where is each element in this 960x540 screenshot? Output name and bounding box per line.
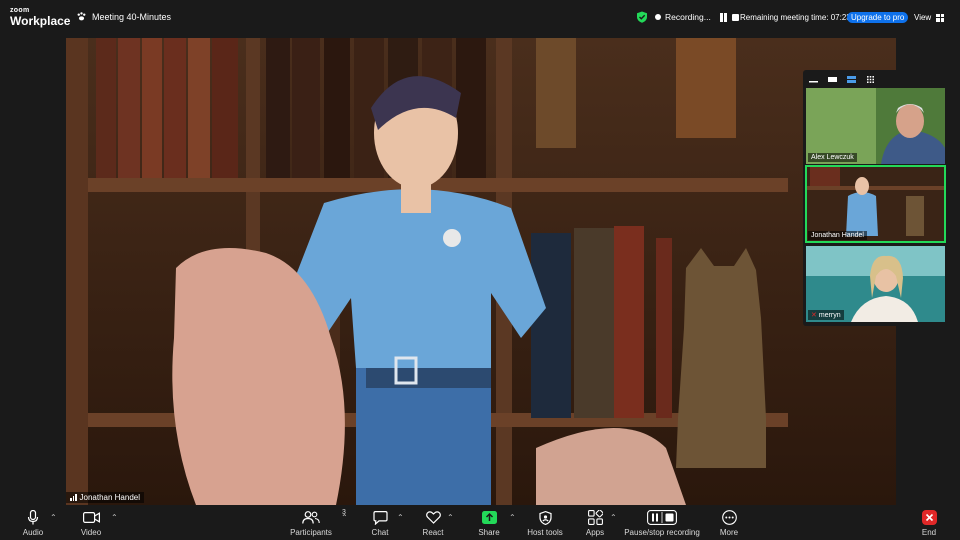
more-button[interactable]: More	[694, 509, 764, 537]
muted-mic-icon: ✕	[811, 312, 817, 319]
audio-label: Audio	[22, 528, 44, 537]
more-icon	[721, 510, 737, 525]
pause-recording-icon[interactable]	[719, 12, 728, 22]
view-button[interactable]: View	[914, 13, 945, 22]
strip-view-icon[interactable]	[847, 75, 856, 83]
share-label: Share	[478, 528, 500, 537]
logo-bottom-text: Workplace	[10, 14, 71, 28]
pause-stop-recording-icon	[647, 510, 677, 525]
meeting-title: Meeting 40-Minutes	[92, 11, 172, 22]
apps-label: Apps	[585, 528, 605, 537]
gallery-grid-icon[interactable]	[866, 75, 875, 83]
react-label: React	[422, 528, 444, 537]
apps-icon	[587, 510, 603, 525]
view-label: View	[914, 13, 932, 22]
participant-name-tag: Alex Lewczuk	[808, 153, 857, 162]
speaker-name: Jonathan Handel	[79, 493, 141, 502]
gallery-panel: Alex Lewczuk Jonathan Handel ✕ merryn	[803, 70, 947, 326]
chat-icon	[372, 510, 388, 525]
react-options-chevron-icon[interactable]: ⌃	[447, 513, 454, 522]
participant-name-tag: Jonathan Handel	[808, 231, 867, 240]
pause-stop-recording-label: Pause/stop recording	[624, 528, 700, 537]
recording-dot-icon	[655, 14, 661, 20]
minimize-icon[interactable]	[809, 76, 818, 83]
participant-name: merryn	[818, 311, 841, 319]
end-label: End	[921, 528, 937, 537]
participant-name: Jonathan Handel	[811, 232, 864, 239]
host-tools-label: Host tools	[527, 528, 563, 537]
recording-indicator: Recording...	[655, 12, 739, 22]
gallery-view-controls	[803, 70, 947, 88]
speaker-view-icon[interactable]	[828, 76, 837, 83]
end-meeting-button[interactable]: End	[894, 509, 960, 537]
video-frame-image	[66, 38, 896, 505]
heart-icon	[425, 511, 441, 524]
participants-button[interactable]: 3 Participants	[276, 509, 346, 537]
meeting-toolbar: Audio ⌃ Video ⌃ 3 Participants ⌃ Chat ⌃ …	[0, 505, 960, 540]
video-options-chevron-icon[interactable]: ⌃	[111, 513, 118, 522]
participant-name: Alex Lewczuk	[811, 154, 854, 161]
signal-icon	[70, 494, 77, 501]
main-video-name-tag: Jonathan Handel	[66, 492, 144, 503]
chat-label: Chat	[371, 528, 389, 537]
participant-tile[interactable]: Jonathan Handel	[805, 165, 946, 243]
cat-figurine	[676, 248, 766, 468]
encryption-shield-icon[interactable]	[636, 11, 648, 23]
more-label: More	[719, 528, 739, 537]
video-label: Video	[80, 528, 102, 537]
grid-view-icon	[936, 13, 945, 22]
zoom-logo: zoom Workplace	[10, 7, 70, 27]
upgrade-button[interactable]: Upgrade to pro	[847, 12, 909, 23]
remaining-time: Remaining meeting time: 07:23	[740, 13, 851, 22]
pause-stop-recording-button[interactable]: Pause/stop recording	[624, 509, 700, 537]
paw-icon	[77, 12, 86, 21]
microphone-icon	[27, 510, 39, 525]
participant-tile[interactable]: ✕ merryn	[806, 246, 945, 322]
apps-button[interactable]: Apps	[560, 509, 630, 537]
participants-icon	[302, 511, 320, 524]
recording-label: Recording...	[665, 12, 711, 22]
stop-recording-icon[interactable]	[731, 13, 739, 21]
end-icon	[921, 510, 937, 525]
top-bar: zoom Workplace Meeting 40-Minutes Record…	[0, 0, 960, 34]
apps-options-chevron-icon[interactable]: ⌃	[610, 513, 617, 522]
meeting-info[interactable]: Meeting 40-Minutes	[76, 11, 171, 22]
participant-name-tag: ✕ merryn	[808, 310, 844, 320]
video-camera-icon	[82, 512, 100, 523]
logo-top-text: zoom	[10, 7, 30, 14]
host-shield-icon	[538, 510, 552, 525]
main-video-feed	[66, 38, 896, 505]
participant-tile[interactable]: Alex Lewczuk	[806, 88, 945, 164]
share-screen-icon	[481, 511, 497, 524]
participants-label: Participants	[290, 528, 332, 537]
